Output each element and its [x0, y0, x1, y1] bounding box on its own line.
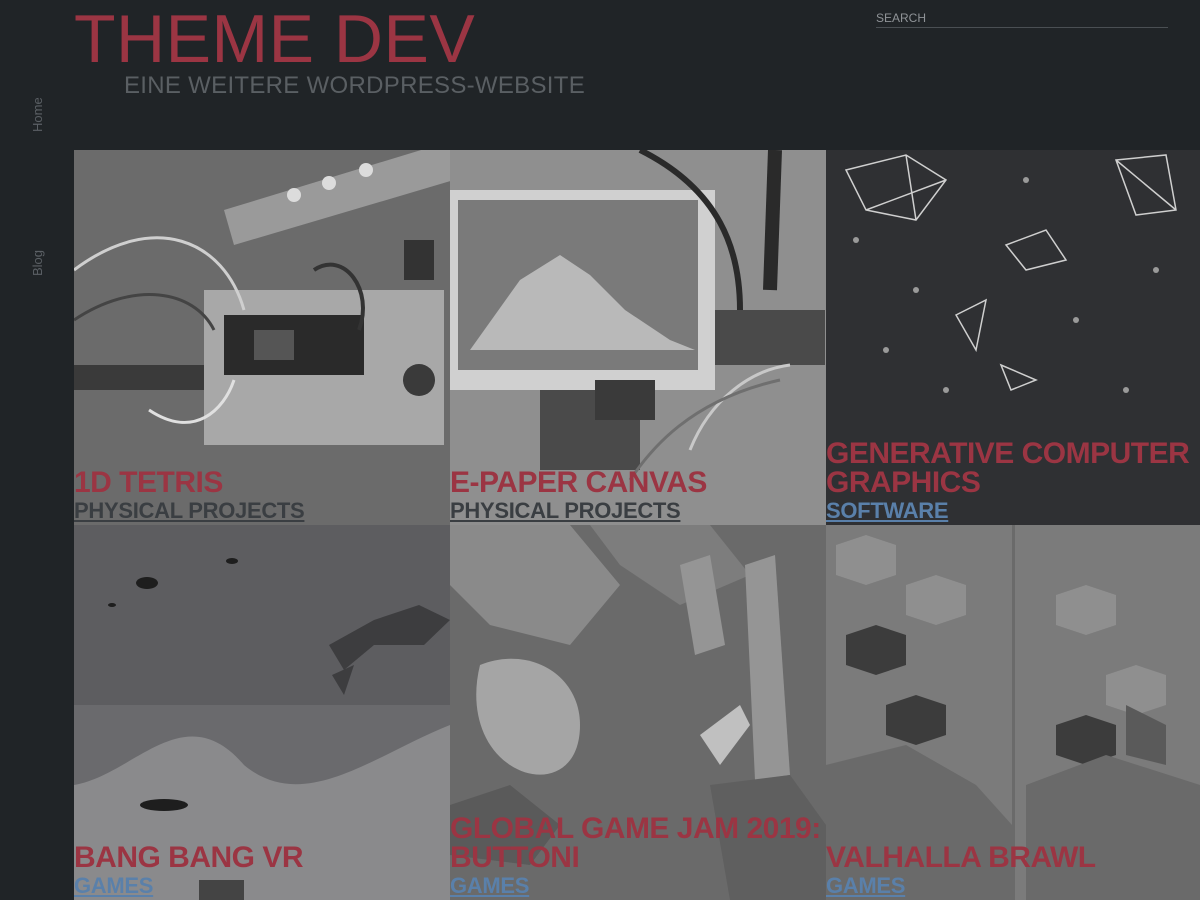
- post-card[interactable]: VALHALLA BRAWL GAMES: [826, 525, 1200, 900]
- site-tagline: EINE WEITERE WORDPRESS-WEBSITE: [124, 72, 586, 99]
- post-title[interactable]: 1D TETRIS: [74, 468, 450, 498]
- post-title[interactable]: GENERATIVE COMPUTER GRAPHICS: [826, 439, 1200, 498]
- post-card[interactable]: BANG BANG VR GAMES: [74, 525, 450, 900]
- post-title[interactable]: E-PAPER CANVAS: [450, 468, 826, 498]
- post-category[interactable]: GAMES: [74, 872, 450, 900]
- post-category[interactable]: SOFTWARE: [826, 497, 1200, 525]
- post-title[interactable]: GLOBAL GAME JAM 2019: BUTTONI: [450, 814, 826, 873]
- nav-item-blog[interactable]: Blog: [30, 250, 45, 276]
- post-card[interactable]: GLOBAL GAME JAM 2019: BUTTONI GAMES: [450, 525, 826, 900]
- post-category[interactable]: GAMES: [450, 872, 826, 900]
- post-title[interactable]: VALHALLA BRAWL: [826, 843, 1200, 873]
- site-title[interactable]: THEME DEV: [74, 2, 475, 76]
- post-category[interactable]: PHYSICAL PROJECTS: [74, 497, 450, 525]
- post-title[interactable]: BANG BANG VR: [74, 843, 450, 873]
- post-grid: 1D TETRIS PHYSICAL PROJECTS E-PAPER CANV…: [74, 150, 1200, 900]
- post-category[interactable]: GAMES: [826, 872, 1200, 900]
- post-category[interactable]: PHYSICAL PROJECTS: [450, 497, 826, 525]
- post-card[interactable]: E-PAPER CANVAS PHYSICAL PROJECTS: [450, 150, 826, 525]
- post-card[interactable]: GENERATIVE COMPUTER GRAPHICS SOFTWARE: [826, 150, 1200, 525]
- search-input[interactable]: [876, 9, 1168, 28]
- post-card[interactable]: 1D TETRIS PHYSICAL PROJECTS: [74, 150, 450, 525]
- nav-item-home[interactable]: Home: [30, 97, 45, 132]
